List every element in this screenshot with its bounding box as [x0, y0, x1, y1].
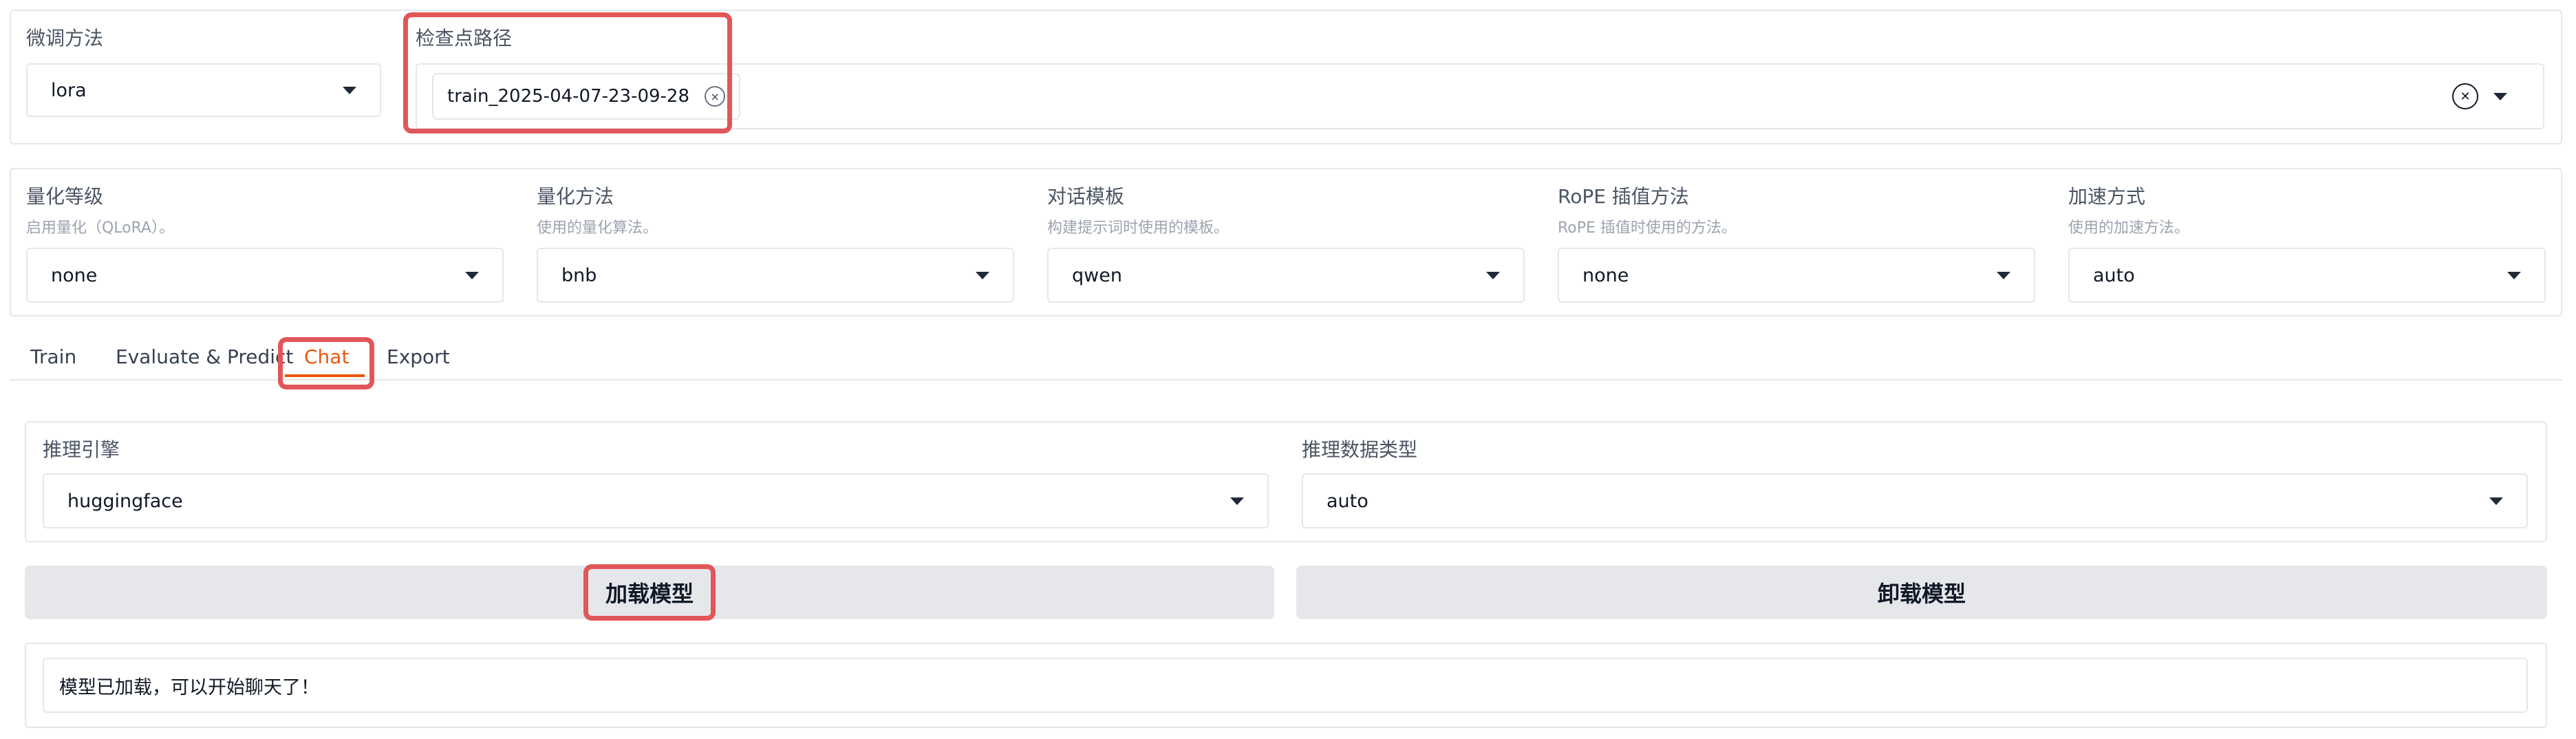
quant-level-hint: 启用量化（QLoRA）。	[26, 219, 175, 237]
tab-evaluate-predict[interactable]: Evaluate & Predict	[116, 345, 293, 368]
infer-dtype-select[interactable]: auto	[1302, 473, 2528, 528]
chevron-down-icon	[976, 271, 989, 279]
chevron-down-icon	[2507, 271, 2521, 279]
chevron-down-icon	[2489, 497, 2503, 505]
chip-remove-icon[interactable]: ×	[705, 86, 726, 107]
chevron-down-icon	[465, 271, 479, 279]
tabs-divider	[10, 379, 2562, 381]
info-textbox[interactable]: 模型已加载，可以开始聊天了！	[43, 658, 2528, 713]
rope-hint: RoPE 插值时使用的方法。	[1558, 219, 1737, 237]
infer-dtype-value: auto	[1327, 490, 1368, 512]
quant-method-hint: 使用的量化算法。	[537, 219, 658, 237]
chevron-down-icon	[1997, 271, 2010, 279]
clear-icon[interactable]: ✕	[2452, 83, 2478, 109]
finetune-method-select[interactable]: lora	[26, 63, 381, 117]
chevron-down-icon	[343, 86, 356, 94]
tab-active-underline	[285, 374, 365, 377]
quant-method-select[interactable]: bnb	[537, 248, 1014, 303]
quant-level-select[interactable]: none	[26, 248, 504, 303]
booster-label: 加速方式	[2068, 185, 2146, 208]
checkpoint-chip[interactable]: train_2025-04-07-23-09-28 ×	[432, 73, 741, 120]
tab-train[interactable]: Train	[30, 345, 76, 368]
finetune-method-value: lora	[51, 79, 87, 101]
finetune-method-label: 微调方法	[26, 27, 104, 50]
quant-method-value: bnb	[561, 264, 597, 286]
quant-level-label: 量化等级	[26, 185, 104, 208]
checkpoint-label: 检查点路径	[416, 27, 513, 50]
tab-export[interactable]: Export	[387, 345, 450, 368]
unload-model-button[interactable]: 卸载模型	[1296, 566, 2547, 619]
template-label: 对话模板	[1047, 185, 1125, 208]
quant-level-value: none	[51, 264, 98, 286]
checkpoint-select[interactable]: train_2025-04-07-23-09-28 × ✕	[416, 63, 2544, 129]
booster-value: auto	[2093, 264, 2135, 286]
rope-label: RoPE 插值方法	[1558, 185, 1689, 208]
tab-chat[interactable]: Chat	[304, 345, 349, 368]
quant-method-label: 量化方法	[537, 185, 614, 208]
chevron-down-icon[interactable]	[2493, 92, 2507, 100]
checkpoint-chip-label: train_2025-04-07-23-09-28	[447, 86, 690, 107]
template-hint: 构建提示词时使用的模板。	[1047, 219, 1230, 237]
infer-backend-value: huggingface	[67, 490, 183, 512]
infer-dtype-label: 推理数据类型	[1302, 438, 1418, 461]
infer-backend-label: 推理引擎	[43, 438, 120, 461]
template-select[interactable]: qwen	[1047, 248, 1525, 303]
load-model-button[interactable]: 加载模型	[25, 566, 1274, 619]
info-text: 模型已加载，可以开始聊天了！	[59, 676, 319, 698]
rope-value: none	[1582, 264, 1629, 286]
rope-select[interactable]: none	[1558, 248, 2035, 303]
infer-backend-select[interactable]: huggingface	[43, 473, 1269, 528]
booster-select[interactable]: auto	[2068, 248, 2546, 303]
chevron-down-icon	[1230, 497, 1244, 505]
template-value: qwen	[1072, 264, 1122, 286]
booster-hint: 使用的加速方法。	[2068, 219, 2190, 237]
chevron-down-icon	[1486, 271, 1500, 279]
